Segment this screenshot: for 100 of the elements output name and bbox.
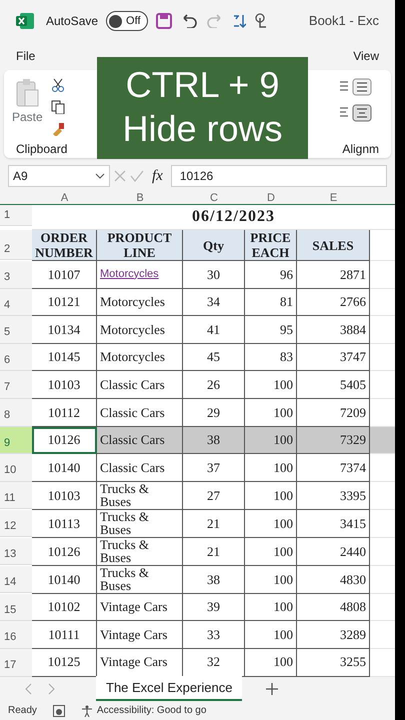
paste-label[interactable]: Paste (12, 108, 43, 126)
table-cell: 3415 (297, 510, 370, 538)
table-cell: 100 (245, 648, 297, 677)
column-header[interactable]: C (183, 191, 245, 205)
table-cell: 21 (183, 510, 245, 538)
table-cell: 26 (183, 371, 245, 399)
column-header[interactable]: E (297, 191, 370, 205)
table-cell: 5405 (297, 371, 370, 399)
table-cell: 10145 (32, 344, 97, 372)
header-cell: PRODUCT LINE (97, 230, 183, 261)
table-cell: 10102 (32, 594, 97, 622)
row-header[interactable]: 5 (0, 316, 32, 344)
format-painter-icon[interactable] (50, 122, 65, 136)
table-cell: 2766 (297, 288, 370, 316)
table-cell: 10111 (32, 621, 97, 649)
table-cell: 10134 (32, 316, 97, 344)
table-cell: 100 (245, 538, 297, 566)
row-header[interactable]: 10 (0, 454, 32, 482)
autosave-toggle[interactable]: Off (106, 11, 148, 31)
table-cell: 38 (183, 566, 245, 594)
table-cell: 7374 (297, 454, 370, 482)
table-cell: 37 (183, 454, 245, 482)
save-icon[interactable] (156, 13, 172, 29)
add-sheet-icon[interactable] (266, 682, 278, 695)
table-cell: 3289 (297, 621, 370, 649)
row-header[interactable]: 6 (0, 344, 32, 372)
table-cell: Motorcycles (97, 344, 183, 372)
row-header[interactable]: 2 (0, 230, 32, 260)
table-cell: 3884 (297, 316, 370, 344)
caret-icon[interactable] (95, 173, 105, 179)
sheet-tab[interactable]: The Excel Experience (96, 676, 242, 702)
table-cell: Classic Cars (97, 426, 183, 454)
name-box[interactable]: A9 (8, 165, 110, 187)
column-header[interactable]: A (32, 191, 97, 205)
row-header[interactable]: 9 (0, 426, 32, 454)
table-cell: 10121 (32, 288, 97, 316)
table-cell: 96 (245, 261, 297, 289)
table-cell: 39 (183, 594, 245, 622)
table-cell: 41 (183, 316, 245, 344)
table-cell: 95 (245, 316, 297, 344)
table-cell: 3255 (297, 648, 370, 677)
copy-icon[interactable] (50, 100, 65, 114)
caption-line: Hide rows (121, 107, 284, 151)
row-header[interactable]: 15 (0, 594, 32, 622)
scissors-icon[interactable] (50, 78, 65, 92)
status-text: Ready (8, 704, 37, 718)
row-header[interactable]: 8 (0, 398, 32, 427)
table-cell: Motorcycles (97, 316, 183, 344)
row-header[interactable]: 16 (0, 621, 32, 649)
table-cell: 34 (183, 288, 245, 316)
table-cell: 2440 (297, 538, 370, 566)
table-cell: Motorcycles (97, 288, 183, 316)
table-cell: 100 (245, 510, 297, 538)
row-header[interactable]: 14 (0, 566, 32, 594)
table-cell: 10140 (32, 454, 97, 482)
sort-icon[interactable] (232, 13, 246, 29)
formula-field[interactable]: 10126 (170, 165, 387, 187)
row-header[interactable]: 1 (0, 205, 32, 226)
row-header[interactable]: 7 (0, 371, 32, 399)
table-cell: 10125 (32, 648, 97, 677)
table-cell: Classic Cars (97, 371, 183, 399)
table-cell: 45 (183, 344, 245, 372)
row-header[interactable]: 3 (0, 261, 32, 289)
ribbon-tab[interactable]: File (16, 47, 36, 65)
hyperlink[interactable]: Motorcycles (100, 268, 159, 282)
table-cell: 33 (183, 621, 245, 649)
table-cell: 3747 (297, 344, 370, 372)
insert-function-button[interactable]: fx (148, 164, 167, 188)
table-cell: 3395 (297, 482, 370, 510)
table-cell: 4808 (297, 594, 370, 622)
table-cell: 100 (245, 454, 297, 482)
macro-recorder-icon[interactable] (52, 704, 65, 717)
table-cell: Trucks & Buses (97, 510, 183, 538)
table-cell: 21 (183, 538, 245, 566)
caption-line: CTRL + 9 (124, 63, 280, 107)
table-cell: 10107 (32, 261, 97, 289)
table-cell: 10126 (32, 426, 97, 454)
table-cell: 27 (183, 482, 245, 510)
header-cell: Qty (183, 230, 245, 261)
header-cell: PRICE EACH (245, 230, 297, 261)
table-cell: 2871 (297, 261, 370, 289)
row-header[interactable]: 11 (0, 482, 32, 510)
table-cell: 10103 (32, 482, 97, 510)
table-cell: 10126 (32, 538, 97, 566)
table-cell: 100 (245, 371, 297, 399)
row-header[interactable]: 13 (0, 538, 32, 566)
row-header[interactable]: 17 (0, 648, 32, 677)
header-cell: SALES (297, 230, 370, 261)
header-cell: ORDER NUMBER (32, 230, 97, 261)
column-header[interactable]: B (97, 191, 183, 205)
column-header[interactable]: D (245, 191, 297, 205)
row-header[interactable]: 12 (0, 510, 32, 538)
table-cell: 100 (245, 621, 297, 649)
table-cell: 100 (245, 482, 297, 510)
accessibility-status[interactable]: Accessibility: Good to go (96, 703, 206, 718)
check-icon[interactable] (130, 170, 144, 182)
row-header[interactable]: 4 (0, 288, 32, 316)
table-cell: 30 (183, 261, 245, 289)
ribbon-tab[interactable]: View (353, 47, 379, 65)
table-cell: 10103 (32, 371, 97, 399)
